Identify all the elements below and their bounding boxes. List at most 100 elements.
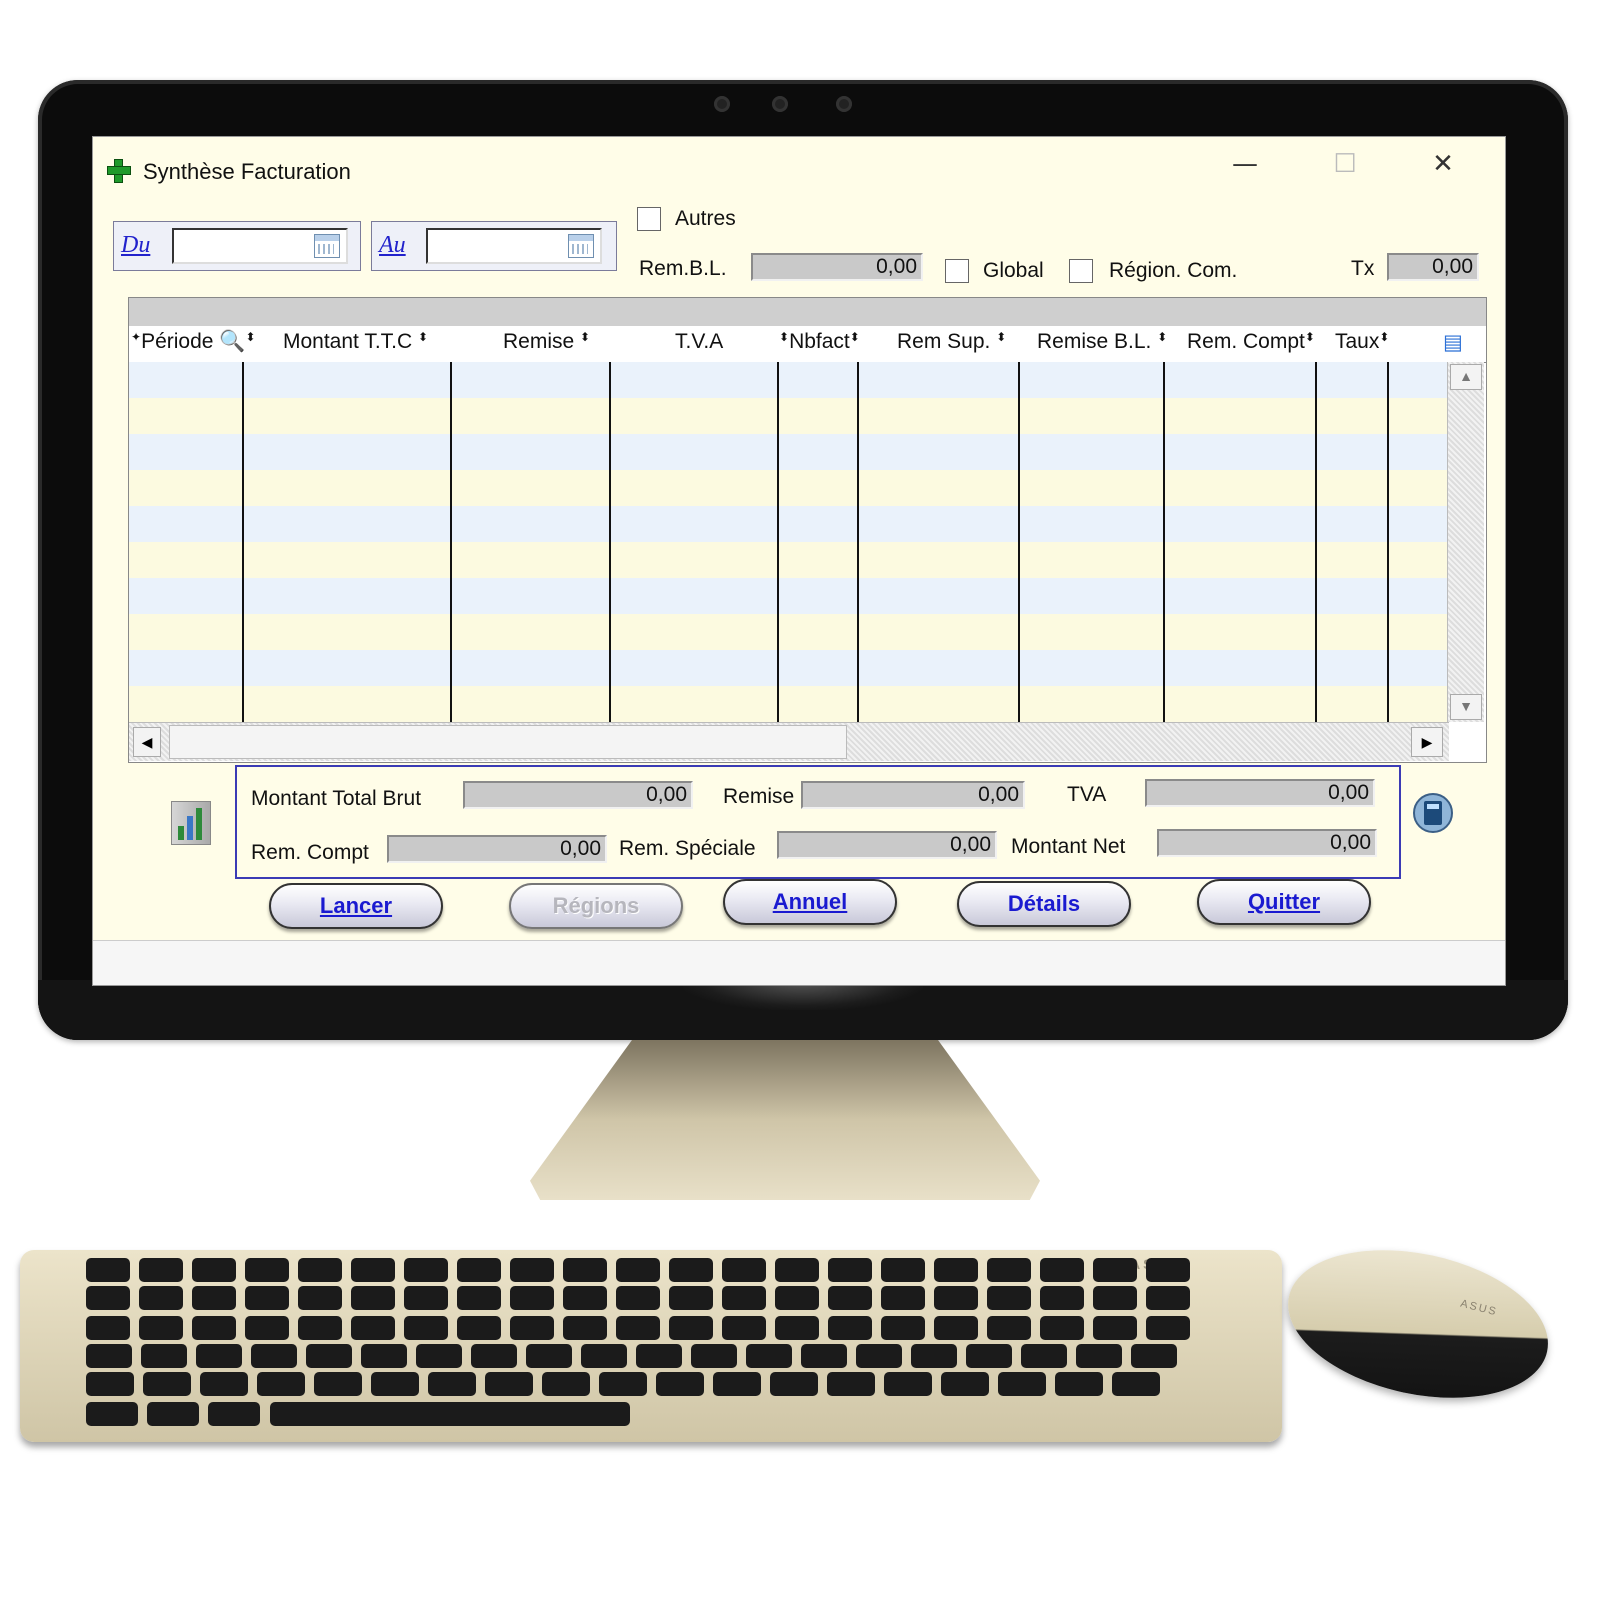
table-row[interactable] <box>129 434 1447 471</box>
table-row[interactable] <box>129 542 1447 579</box>
lancer-button[interactable]: Lancer <box>269 883 443 929</box>
column-header-rem-compt[interactable]: Rem. Compt⬍ <box>1187 330 1315 354</box>
autres-checkbox[interactable] <box>637 207 661 231</box>
column-header-rem-sup[interactable]: Rem Sup. ⬍ <box>897 330 1006 354</box>
scroll-thumb[interactable] <box>169 725 847 759</box>
keyboard-key <box>351 1316 395 1340</box>
maximize-button[interactable]: ☐ <box>1327 149 1363 179</box>
keyboard-key <box>361 1344 407 1368</box>
keyboard-key <box>775 1258 819 1282</box>
search-icon[interactable]: 🔍 <box>219 330 245 353</box>
table-row[interactable] <box>129 362 1447 399</box>
table-row[interactable] <box>129 578 1447 615</box>
keyboard-key <box>941 1372 989 1396</box>
scroll-left-arrow-icon[interactable]: ◀ <box>133 727 161 757</box>
keyboard-key <box>828 1286 872 1310</box>
table-row[interactable] <box>129 506 1447 543</box>
horizontal-scrollbar[interactable]: ◀ ▶ <box>129 722 1449 761</box>
keyboard-key <box>86 1286 130 1310</box>
keyboard-key <box>1093 1286 1137 1310</box>
keyboard-key <box>746 1344 792 1368</box>
keyboard-key <box>471 1344 517 1368</box>
column-header-taux[interactable]: Taux⬍ <box>1335 330 1389 354</box>
details-button[interactable]: Détails <box>957 881 1131 927</box>
column-divider <box>857 362 859 722</box>
keyboard-key <box>563 1286 607 1310</box>
column-label: Taux <box>1335 330 1380 353</box>
keyboard-key <box>934 1286 978 1310</box>
table-row[interactable] <box>129 398 1447 435</box>
keyboard-key <box>656 1372 704 1396</box>
keyboard-key <box>351 1258 395 1282</box>
grid-toolbar <box>129 298 1486 326</box>
title-bar: Synthèse Facturation — ☐ ✕ <box>93 137 1505 187</box>
column-settings-icon[interactable]: ▤ <box>1443 330 1463 355</box>
close-button[interactable]: ✕ <box>1425 149 1461 179</box>
tx-label: Tx <box>1351 257 1375 280</box>
column-header-remise-bl[interactable]: Remise B.L. ⬍ <box>1037 330 1167 354</box>
column-header-nbfact[interactable]: ⬍Nbfact⬍ <box>779 330 860 354</box>
minimize-button[interactable]: — <box>1227 149 1263 179</box>
du-field-group: Du <box>113 221 361 271</box>
au-date-input[interactable] <box>426 228 602 264</box>
keyboard-key <box>404 1258 448 1282</box>
keyboard-key <box>987 1286 1031 1310</box>
scroll-up-arrow-icon[interactable]: ▲ <box>1450 364 1482 390</box>
keyboard-key <box>257 1372 305 1396</box>
keyboard-key <box>828 1316 872 1340</box>
keyboard-key <box>691 1344 737 1368</box>
keyboard-key <box>428 1372 476 1396</box>
calculator-icon[interactable] <box>1413 793 1453 833</box>
montant-net-label: Montant Net <box>1011 835 1126 858</box>
keyboard-key <box>86 1316 130 1340</box>
scroll-right-arrow-icon[interactable]: ▶ <box>1411 727 1443 757</box>
keyboard-key <box>416 1344 462 1368</box>
keyboard-key <box>1093 1258 1137 1282</box>
chart-icon[interactable] <box>171 801 211 845</box>
rem-speciale-label: Rem. Spéciale <box>619 837 756 860</box>
column-divider <box>242 362 244 722</box>
global-checkbox[interactable] <box>945 259 969 283</box>
keyboard-key <box>884 1372 932 1396</box>
keyboard-key <box>351 1286 395 1310</box>
keyboard-key <box>599 1372 647 1396</box>
keyboard-key <box>987 1316 1031 1340</box>
table-row[interactable] <box>129 470 1447 507</box>
scroll-down-arrow-icon[interactable]: ▼ <box>1450 694 1482 720</box>
keyboard-key <box>881 1258 925 1282</box>
keyboard-key <box>1076 1344 1122 1368</box>
annuel-button[interactable]: Annuel <box>723 879 897 925</box>
vertical-scrollbar[interactable]: ▲ ▼ <box>1447 362 1484 722</box>
column-header-tva[interactable]: T.V.A <box>675 330 723 354</box>
column-header-montant-ttc[interactable]: Montant T.T.C ⬍ <box>283 330 428 354</box>
keyboard-key <box>314 1372 362 1396</box>
calendar-icon[interactable] <box>314 234 340 258</box>
keyboard-key <box>770 1372 818 1396</box>
camera-icon <box>836 96 852 112</box>
app-window: Synthèse Facturation — ☐ ✕ Du Au Autres … <box>92 136 1506 986</box>
keyboard-key <box>966 1344 1012 1368</box>
column-header-remise[interactable]: Remise ⬍ <box>503 330 590 354</box>
results-grid[interactable]: ✦Période 🔍⬍ Montant T.T.C ⬍ Remise ⬍ T.V… <box>128 297 1487 763</box>
monitor-chin <box>38 980 1568 1040</box>
regions-button[interactable]: Régions <box>509 883 683 929</box>
keyboard-key <box>881 1316 925 1340</box>
table-row[interactable] <box>129 650 1447 687</box>
keyboard-key <box>141 1344 187 1368</box>
column-label: T.V.A <box>675 330 724 353</box>
rem-bl-field: 0,00 <box>751 253 923 281</box>
keyboard-key <box>1040 1286 1084 1310</box>
keyboard-key <box>801 1344 847 1368</box>
keyboard-key <box>404 1286 448 1310</box>
keyboard-key <box>1112 1372 1160 1396</box>
table-row[interactable] <box>129 686 1447 723</box>
grid-body <box>129 362 1447 723</box>
quitter-button[interactable]: Quitter <box>1197 879 1371 925</box>
region-com-checkbox[interactable] <box>1069 259 1093 283</box>
keyboard-key <box>485 1372 533 1396</box>
calendar-icon[interactable] <box>568 234 594 258</box>
column-header-periode[interactable]: ✦Période 🔍⬍ <box>131 330 256 354</box>
du-date-input[interactable] <box>172 228 348 264</box>
table-row[interactable] <box>129 614 1447 651</box>
keyboard-key <box>542 1372 590 1396</box>
